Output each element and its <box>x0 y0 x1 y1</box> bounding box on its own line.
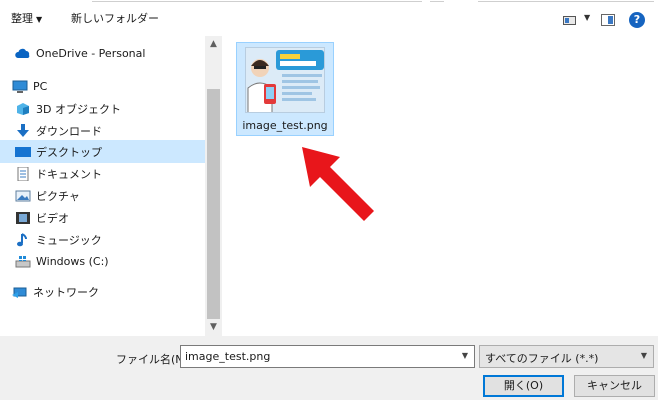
view-options-icon[interactable] <box>563 16 576 25</box>
nav-item-label: ミュージック <box>36 233 102 247</box>
download-icon <box>15 123 31 138</box>
preview-pane-icon[interactable] <box>601 14 615 26</box>
network-icon <box>12 285 28 299</box>
videos-icon <box>15 211 31 225</box>
nav-item-pc[interactable]: PC <box>0 75 205 98</box>
file-item-image-test[interactable]: image_test.png <box>236 42 334 136</box>
nav-item-windows-c[interactable]: Windows (C:) <box>0 250 205 273</box>
documents-icon <box>15 166 31 181</box>
nav-scrollbar[interactable]: ▲ ▼ <box>205 36 222 336</box>
scroll-down-arrow-icon[interactable]: ▼ <box>205 319 222 336</box>
new-folder-button[interactable]: 新しいフォルダー <box>71 10 159 26</box>
organize-button[interactable]: 整理 ▼ <box>11 10 42 26</box>
nav-item-downloads[interactable]: ダウンロード <box>0 119 205 142</box>
chevron-down-icon: ▼ <box>36 15 43 24</box>
pictures-icon <box>15 189 31 203</box>
file-name-label: image_test.png <box>242 119 328 132</box>
nav-item-network[interactable]: ネットワーク <box>0 280 205 303</box>
nav-item-label: OneDrive - Personal <box>36 47 146 60</box>
nav-item-music[interactable]: ミュージック <box>0 228 205 251</box>
file-open-dialog: 整理 ▼ 新しいフォルダー ▼ ? OneDrive - Personal PC … <box>0 0 658 400</box>
chevron-down-icon[interactable]: ▼ <box>641 351 647 360</box>
help-icon[interactable]: ? <box>629 12 645 28</box>
filename-input[interactable]: image_test.png ▼ <box>180 345 475 368</box>
music-icon <box>15 232 31 247</box>
nav-item-onedrive[interactable]: OneDrive - Personal <box>0 42 205 65</box>
nav-item-documents[interactable]: ドキュメント <box>0 162 205 185</box>
nav-item-label: デスクトップ <box>36 145 102 159</box>
nav-item-label: ネットワーク <box>33 285 99 299</box>
nav-item-label: 3D オブジェクト <box>36 102 121 116</box>
nav-item-label: ビデオ <box>36 211 69 225</box>
open-button[interactable]: 開く(O) <box>483 375 564 397</box>
nav-item-label: Windows (C:) <box>36 255 109 268</box>
annotation-arrow-icon <box>302 147 374 221</box>
nav-item-label: ドキュメント <box>36 167 102 181</box>
navigation-pane: OneDrive - Personal PC 3D オブジェクト ダウンロード … <box>0 36 205 336</box>
pc-icon <box>12 80 28 94</box>
chevron-down-icon[interactable]: ▼ <box>462 351 468 360</box>
desktop-icon <box>15 145 31 159</box>
file-thumbnail <box>245 47 325 113</box>
view-options-chevron-icon[interactable]: ▼ <box>584 13 590 22</box>
scroll-thumb[interactable] <box>207 89 220 319</box>
cloud-icon <box>15 47 31 61</box>
nav-item-3d-objects[interactable]: 3D オブジェクト <box>0 97 205 120</box>
nav-item-label: ダウンロード <box>36 124 102 138</box>
nav-item-pictures[interactable]: ピクチャ <box>0 184 205 207</box>
file-type-value: すべてのファイル (*.*) <box>485 352 599 365</box>
nav-item-label: PC <box>33 80 48 93</box>
scroll-up-arrow-icon[interactable]: ▲ <box>205 36 222 53</box>
organize-label: 整理 <box>11 12 33 25</box>
nav-item-label: ピクチャ <box>36 189 80 203</box>
cancel-button[interactable]: キャンセル <box>574 375 655 397</box>
footer-bar: ファイル名(N): image_test.png ▼ すべてのファイル (*.*… <box>0 336 658 400</box>
filename-value: image_test.png <box>185 350 271 363</box>
file-type-select[interactable]: すべてのファイル (*.*) ▼ <box>479 345 654 368</box>
nav-item-desktop[interactable]: デスクトップ <box>0 140 205 163</box>
nav-item-videos[interactable]: ビデオ <box>0 206 205 229</box>
3d-objects-icon <box>15 102 31 116</box>
toolbar: 整理 ▼ 新しいフォルダー ▼ ? <box>0 2 658 36</box>
drive-icon <box>15 255 31 269</box>
